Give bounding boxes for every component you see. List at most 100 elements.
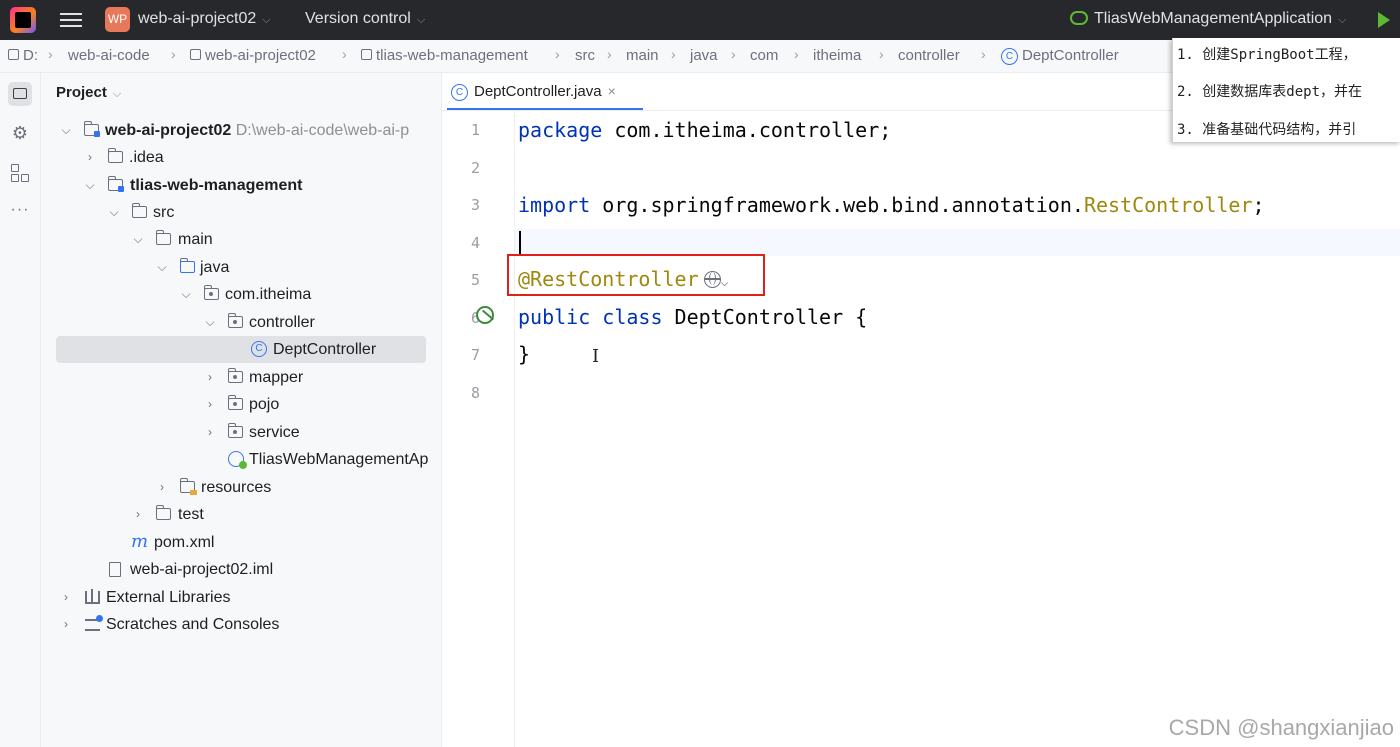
resources-folder-icon <box>179 478 197 495</box>
project-tool-icon[interactable] <box>8 82 32 106</box>
run-config-icon <box>1070 11 1088 25</box>
folder-icon <box>131 203 147 218</box>
breadcrumb-item-project[interactable]: web-ai-project02 <box>190 47 316 64</box>
collapse-arrow-icon[interactable]: › <box>60 611 72 638</box>
code-editor[interactable]: package com.itheima.controller; import o… <box>515 111 1400 747</box>
collapse-arrow-icon[interactable]: › <box>204 391 216 418</box>
expand-arrow-icon[interactable]: ⌵ <box>60 117 72 144</box>
note-line: 1. 创建SpringBoot工程， <box>1177 47 1357 63</box>
breadcrumb-separator: › <box>981 46 986 62</box>
breadcrumb-separator: › <box>342 46 347 62</box>
tool-window-strip: ⚙ ··· <box>0 73 41 747</box>
tree-item-java[interactable]: ⌵ java <box>41 254 441 281</box>
line-number: 1 <box>470 121 480 139</box>
line-number: 2 <box>470 159 480 177</box>
breadcrumb-item-com[interactable]: com <box>750 47 778 64</box>
iml-file-icon <box>109 562 121 577</box>
chevron-down-icon: ⌵ <box>262 14 271 26</box>
package-icon <box>227 423 243 438</box>
structure-icon[interactable] <box>8 161 32 185</box>
expand-arrow-icon[interactable]: ⌵ <box>132 226 144 253</box>
close-icon[interactable]: × <box>608 83 616 99</box>
project-path: D:\web-ai-code\web-ai-p <box>235 122 410 139</box>
breadcrumb-separator: › <box>731 46 736 62</box>
breadcrumb-item-class[interactable]: C DeptController <box>1001 47 1119 65</box>
project-switcher[interactable]: web-ai-project02 ⌵ <box>138 10 271 28</box>
tree-item-scratches[interactable]: › Scratches and Consoles <box>41 611 441 638</box>
collapse-arrow-icon[interactable]: › <box>60 584 72 611</box>
more-tools-icon[interactable]: ··· <box>8 202 32 227</box>
breadcrumb-item-src[interactable]: src <box>575 47 595 64</box>
intellij-logo-icon[interactable] <box>10 7 36 33</box>
editor-gutter: 1 2 3 4 5 6 7 8 <box>442 111 515 747</box>
project-panel-header[interactable]: Project ⌵ <box>56 84 121 101</box>
text-caret <box>519 231 521 255</box>
code-line-3: import org.springframework.web.bind.anno… <box>518 193 1265 217</box>
mouse-ibeam-cursor: I <box>592 346 600 367</box>
tree-item-application[interactable]: TliasWebManagementAp <box>41 446 441 473</box>
code-line-6: public class DeptController { <box>518 305 868 329</box>
tree-item-service[interactable]: › service <box>41 419 441 446</box>
bean-not-found-icon[interactable] <box>476 306 494 324</box>
breadcrumb-item-main[interactable]: main <box>626 47 659 64</box>
breadcrumb-item-itheima[interactable]: itheima <box>813 47 861 64</box>
folder-icon <box>155 230 171 245</box>
library-icon <box>85 589 100 604</box>
current-line-highlight <box>515 229 1400 256</box>
expand-arrow-icon[interactable]: ⌵ <box>84 172 96 199</box>
version-control-menu[interactable]: Version control ⌵ <box>305 10 425 28</box>
scratches-icon <box>85 615 103 631</box>
collapse-arrow-icon[interactable]: › <box>204 364 216 391</box>
spring-boot-class-icon <box>228 451 247 469</box>
annotation-highlight-box <box>507 254 765 296</box>
expand-arrow-icon[interactable]: ⌵ <box>108 199 120 226</box>
main-menu-icon[interactable] <box>60 10 82 30</box>
expand-arrow-icon[interactable]: ⌵ <box>180 281 192 308</box>
tree-item-mapper[interactable]: › mapper <box>41 364 441 391</box>
note-line: 2. 创建数据库表dept，并在 <box>1177 84 1363 100</box>
class-icon: C <box>451 84 468 101</box>
folder-icon <box>107 148 123 163</box>
project-panel-title: Project <box>56 84 107 101</box>
collapse-arrow-icon[interactable]: › <box>84 144 96 171</box>
expand-arrow-icon[interactable]: ⌵ <box>156 254 168 281</box>
collapse-arrow-icon[interactable]: › <box>132 501 144 528</box>
project-panel: Project ⌵ ⌵ web-ai-project02 D:\web-ai-co… <box>41 73 442 747</box>
tree-item-pojo[interactable]: › pojo <box>41 391 441 418</box>
module-folder-icon <box>107 176 124 192</box>
tree-item-iml[interactable]: web-ai-project02.iml <box>41 556 441 583</box>
breadcrumb-item-web-ai-code[interactable]: web-ai-code <box>68 47 150 64</box>
breadcrumb-item-controller[interactable]: controller <box>898 47 960 64</box>
expand-arrow-icon[interactable]: ⌵ <box>204 309 216 336</box>
breadcrumb-item-java[interactable]: java <box>690 47 718 64</box>
class-icon: C <box>251 341 267 357</box>
collapse-arrow-icon[interactable]: › <box>204 419 216 446</box>
module-folder-icon <box>83 121 100 137</box>
tree-item-idea[interactable]: › .idea <box>41 144 441 171</box>
run-icon[interactable] <box>1378 12 1390 28</box>
breadcrumb-separator: › <box>879 46 884 62</box>
tree-item-com-itheima[interactable]: ⌵ com.itheima <box>41 281 441 308</box>
breadcrumb-item-module[interactable]: tlias-web-management <box>361 47 528 64</box>
tree-item-resources[interactable]: › resources <box>41 474 441 501</box>
collapse-arrow-icon[interactable]: › <box>156 474 168 501</box>
tree-item-pom-xml[interactable]: m pom.xml <box>41 529 441 556</box>
tree-item-src[interactable]: ⌵ src <box>41 199 441 226</box>
breadcrumb-item-drive[interactable]: D: <box>8 47 38 64</box>
run-config-label: TliasWebManagementApplication <box>1094 10 1333 27</box>
title-bar: WP web-ai-project02 ⌵ Version control ⌵ Tl… <box>0 0 1400 40</box>
tree-item-deptcontroller[interactable]: C DeptController <box>56 336 426 363</box>
tree-item-controller[interactable]: ⌵ controller <box>41 309 441 336</box>
tree-item-tlias-web-management[interactable]: ⌵ tlias-web-management <box>41 172 441 199</box>
project-badge[interactable]: WP <box>105 7 130 32</box>
tab-deptcontroller-java[interactable]: C DeptController.java × <box>447 73 643 110</box>
services-gear-icon[interactable]: ⚙ <box>8 121 32 145</box>
tree-item-test[interactable]: › test <box>41 501 441 528</box>
class-icon: C <box>1001 48 1018 65</box>
tree-item-external-libraries[interactable]: › External Libraries <box>41 584 441 611</box>
tree-item-project-root[interactable]: ⌵ web-ai-project02 D:\web-ai-code\web-ai… <box>41 117 441 144</box>
run-configuration-selector[interactable]: TliasWebManagementApplication ⌵ <box>1070 10 1346 28</box>
tree-item-main[interactable]: ⌵ main <box>41 226 441 253</box>
breadcrumb-separator: › <box>671 46 676 62</box>
breadcrumb-separator: › <box>794 46 799 62</box>
